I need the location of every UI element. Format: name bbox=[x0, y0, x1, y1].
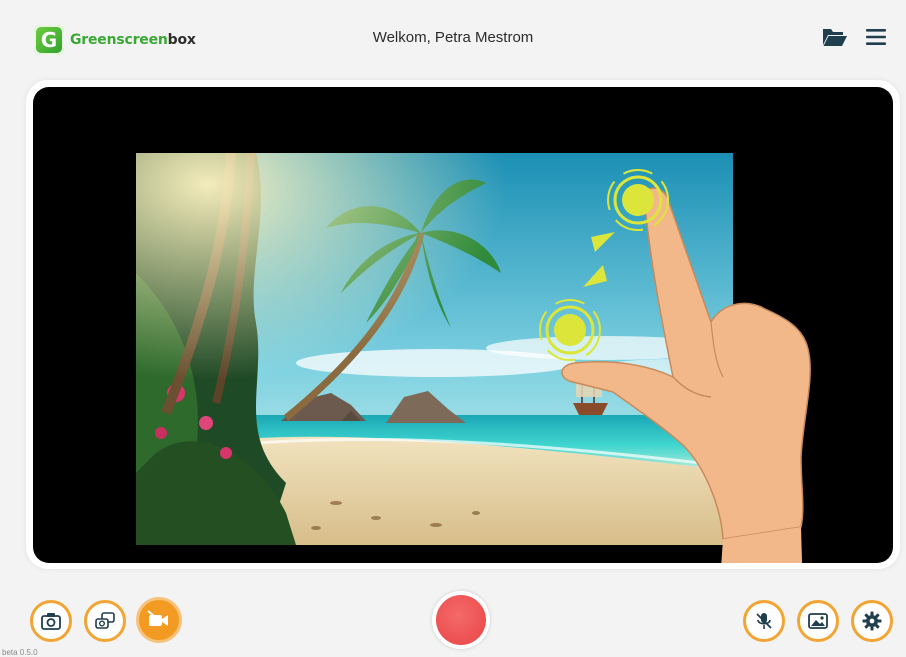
switch-camera-button[interactable] bbox=[84, 600, 126, 642]
microphone-mute-button[interactable] bbox=[743, 600, 785, 642]
camera-icon bbox=[41, 613, 61, 630]
gear-icon bbox=[862, 611, 882, 631]
camera-switch-icon bbox=[95, 612, 115, 629]
image-icon bbox=[808, 613, 828, 629]
settings-button[interactable] bbox=[851, 600, 893, 642]
welcome-message: Welkom, Petra Mestrom bbox=[372, 29, 534, 46]
video-off-button[interactable] bbox=[136, 597, 182, 643]
record-icon bbox=[436, 595, 486, 645]
app-header: G Greenscreenbox Welkom, Petra Mestrom bbox=[0, 0, 906, 76]
microphone-off-icon bbox=[756, 613, 772, 629]
background-image-button[interactable] bbox=[797, 600, 839, 642]
pinch-gesture-hint bbox=[539, 169, 811, 563]
version-label: beta 0.5.0 bbox=[2, 648, 38, 657]
camera-preview[interactable] bbox=[33, 87, 893, 563]
hamburger-menu-icon[interactable] bbox=[866, 28, 886, 51]
pinch-arrows-icon bbox=[583, 232, 615, 287]
video-off-icon bbox=[147, 610, 168, 626]
record-button[interactable] bbox=[432, 591, 490, 649]
photo-camera-button[interactable] bbox=[30, 600, 72, 642]
touch-point-bottom-icon bbox=[539, 299, 601, 361]
folder-open-icon[interactable] bbox=[822, 26, 848, 53]
